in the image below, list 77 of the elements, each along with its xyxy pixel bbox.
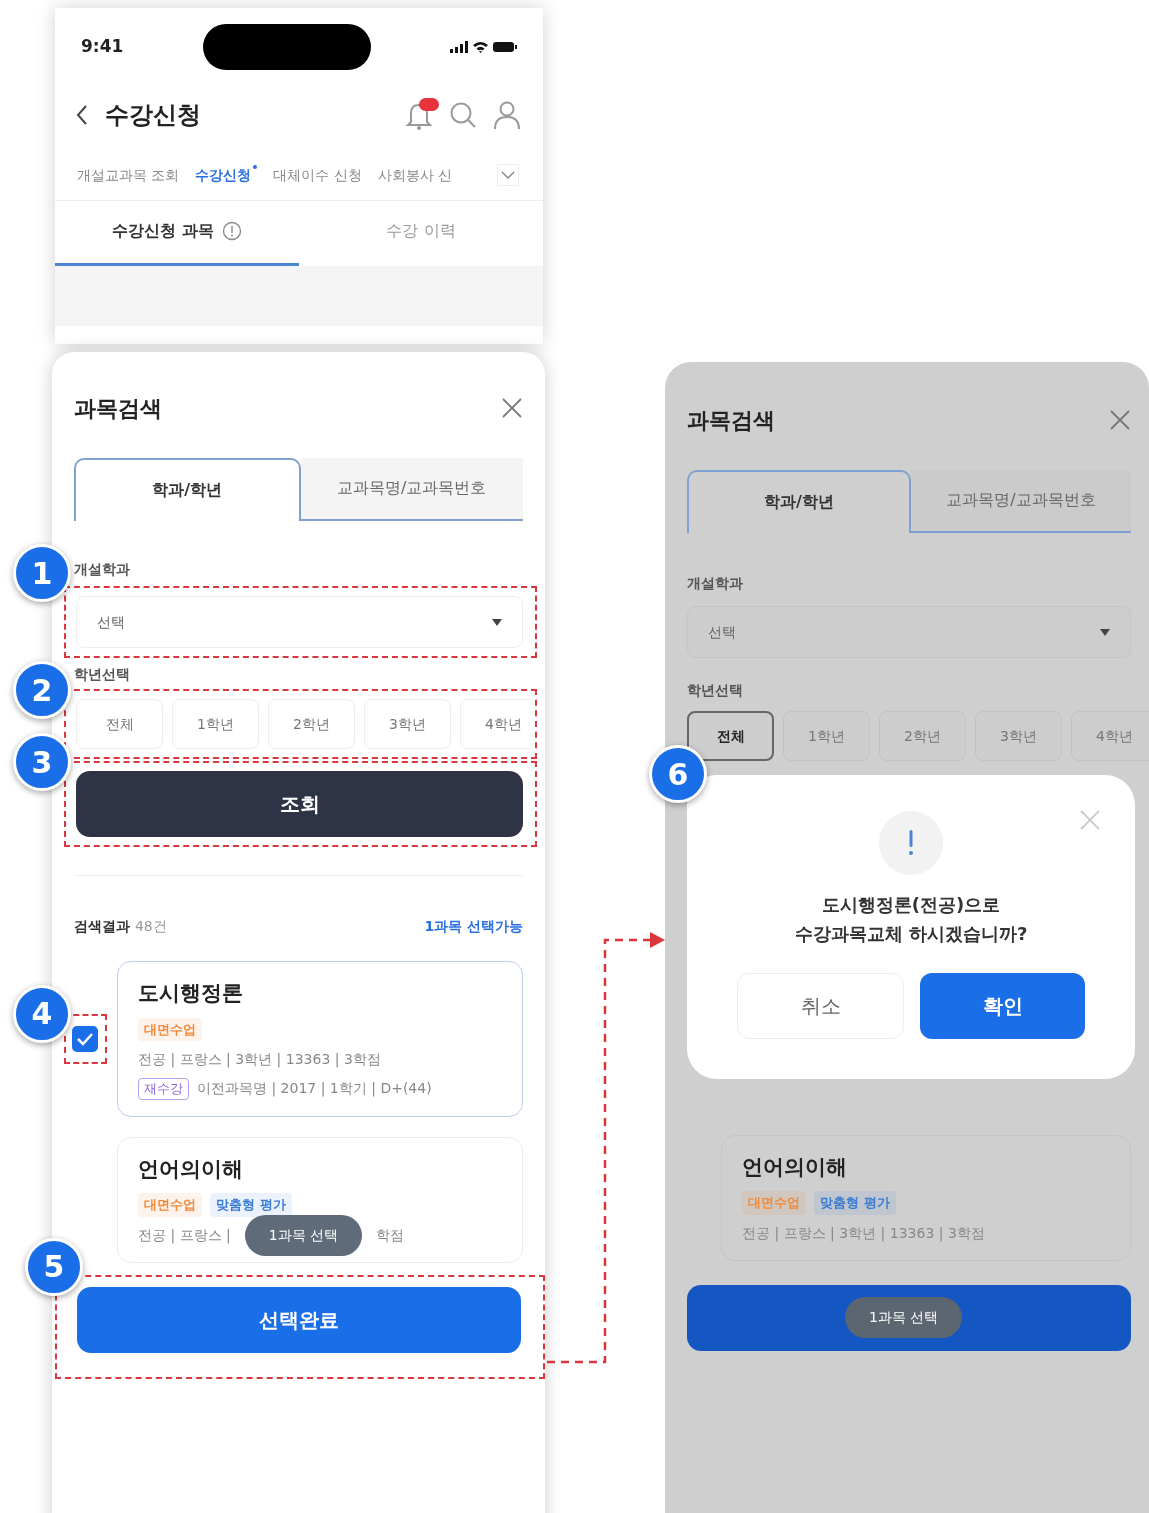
sub-tab[interactable]: 수강 이력: [299, 201, 543, 266]
field-label: 학년선택: [687, 681, 744, 700]
grade-chip[interactable]: 3학년: [364, 699, 451, 749]
dialog-message: 도시행정론(전공)으로 수강과목교체 하시겠습니까?: [793, 893, 1029, 946]
result-count: 검색결과 48건: [74, 917, 167, 936]
status-time: 9:41: [81, 35, 124, 59]
course-tag: 맞춤형 평가: [210, 1193, 292, 1217]
back-icon[interactable]: [75, 104, 89, 126]
person-icon[interactable]: [493, 100, 521, 130]
course-info: 전공 | 프랑스 |: [138, 1225, 231, 1246]
grade-chip[interactable]: 2학년: [268, 699, 355, 749]
sheet-title: 과목검색: [74, 394, 162, 423]
grade-chip[interactable]: 전체: [76, 699, 163, 749]
page-title: 수강신청: [105, 100, 201, 131]
menu-tab[interactable]: 사회봉사 신: [377, 164, 452, 186]
department-select[interactable]: 선택: [687, 606, 1131, 658]
tab-label: 수강신청 과목: [112, 220, 214, 242]
caret-down-icon: [492, 618, 502, 626]
grade-chip[interactable]: 1학년: [783, 711, 870, 761]
annotation-marker: 2: [13, 661, 71, 719]
grade-chip[interactable]: 전체: [687, 711, 774, 761]
search-icon[interactable]: [449, 101, 477, 129]
confirm-button[interactable]: 확인: [920, 972, 1085, 1039]
close-icon[interactable]: [1109, 409, 1131, 431]
sheet-title: 과목검색: [687, 406, 775, 435]
course-tag: 대면수업: [742, 1191, 806, 1215]
field-label: 개설학과: [74, 560, 131, 579]
select-value: 선택: [708, 622, 736, 642]
menu-tab[interactable]: 대체이수 신청: [273, 164, 362, 186]
annotation-marker: 5: [25, 1237, 83, 1296]
retake-info: 이전과목명 | 2017 | 1학기 | D+(44): [197, 1079, 432, 1099]
signal-icon: [450, 41, 468, 53]
field-label: 개설학과: [687, 574, 744, 593]
cancel-button[interactable]: 취소: [737, 972, 904, 1039]
course-info: 전공 | 프랑스 | 3학년 | 13363 | 3학점: [742, 1223, 985, 1244]
grade-chip[interactable]: 2학년: [879, 711, 966, 761]
menu-tab[interactable]: 수강신청: [195, 164, 258, 186]
course-info: 전공 | 프랑스 | 3학년 | 13363 | 3학점: [138, 1050, 381, 1070]
close-icon[interactable]: [501, 397, 523, 419]
info-icon: [221, 221, 242, 241]
search-tab[interactable]: 교과목명/교과목번호: [300, 458, 523, 521]
department-select[interactable]: 선택: [76, 596, 523, 648]
annotation-marker: 6: [649, 745, 707, 803]
search-button[interactable]: 조회: [76, 771, 523, 837]
course-name: 언어의이해: [138, 1155, 244, 1183]
grade-chip[interactable]: 3학년: [975, 711, 1062, 761]
caret-down-icon: [1100, 628, 1110, 636]
notification-badge: [419, 98, 439, 111]
grade-chip[interactable]: 1학년: [172, 699, 259, 749]
course-card[interactable]: 언어의이해 대면수업 맞춤형 평가 전공 | 프랑스 | 3학년 | 13363 | 3학점: [721, 1134, 1131, 1261]
course-tag: 대면수업: [138, 1193, 202, 1217]
menu-tab[interactable]: 개설교과목 조회: [77, 164, 180, 186]
search-tab[interactable]: 학과/학년: [687, 470, 911, 533]
search-tab[interactable]: 교과목명/교과목번호: [911, 470, 1131, 533]
course-info: 학점: [376, 1225, 405, 1245]
retake-tag: 재수강: [138, 1078, 189, 1100]
course-tag: 대면수업: [138, 1017, 202, 1041]
grade-chip[interactable]: 4학년: [1071, 711, 1149, 761]
annotation-marker: 1: [13, 544, 71, 602]
confirm-button[interactable]: 선택완료: [77, 1286, 521, 1353]
course-name: 도시행정론: [138, 980, 244, 1007]
toast: 1과목 선택: [244, 1214, 363, 1256]
select-value: 선택: [97, 612, 125, 632]
selection-hint: 1과목 선택가능: [424, 917, 523, 936]
annotation-marker: 3: [13, 733, 71, 791]
field-label: 학년선택: [74, 665, 131, 684]
course-card[interactable]: 언어의이해 대면수업 맞춤형 평가 전공 | 프랑스 | 1과목 선택 학점: [117, 1136, 523, 1263]
grade-chip[interactable]: 4학년: [460, 699, 535, 749]
course-tag: 맞춤형 평가: [814, 1191, 896, 1215]
course-card[interactable]: 도시행정론 대면수업 전공 | 프랑스 | 3학년 | 13363 | 3학점 재수강 이전과목명 | 2017 | 1학기 | D+(44): [117, 961, 523, 1117]
course-name: 언어의이해: [742, 1153, 848, 1181]
wifi-icon: [472, 41, 489, 53]
battery-icon: [493, 41, 517, 53]
checkbox[interactable]: [72, 1025, 98, 1052]
search-tab[interactable]: 학과/학년: [74, 458, 301, 521]
chevron-down-icon[interactable]: [497, 164, 519, 186]
annotation-marker: 4: [13, 984, 71, 1043]
